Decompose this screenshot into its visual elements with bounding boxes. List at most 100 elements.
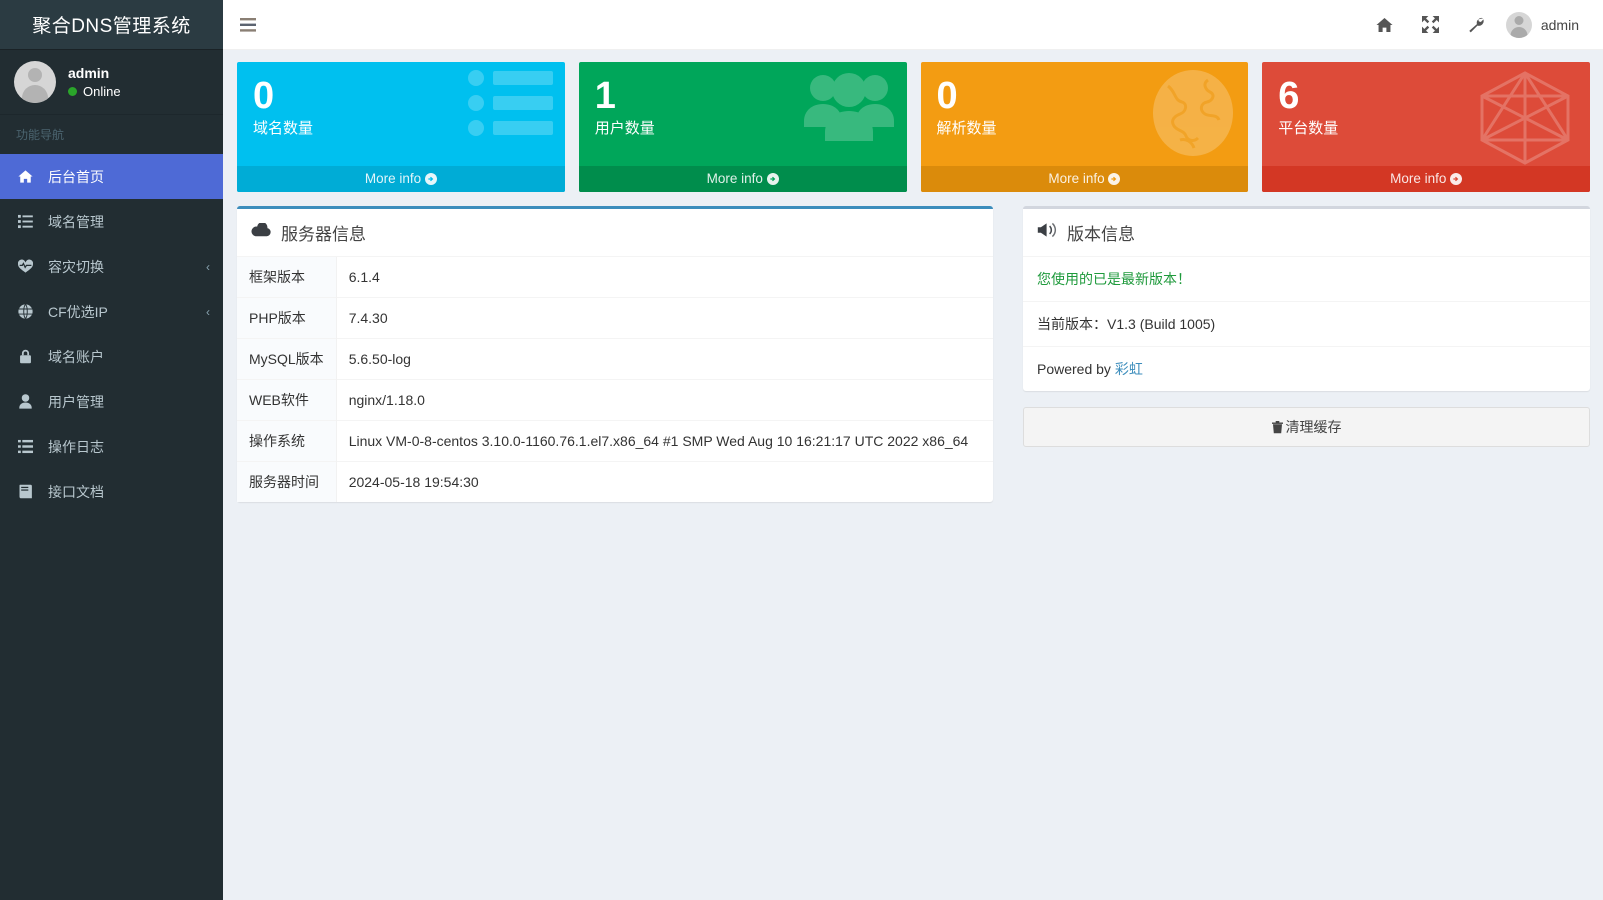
bullhorn-icon	[1037, 222, 1057, 243]
server-info-key: PHP版本	[237, 298, 336, 339]
sidebar-item-label: 容灾切换	[48, 257, 206, 277]
stat-card-more-label: More info	[1048, 171, 1104, 186]
content-wrapper: 0域名数量More info 1用户数量More info 0解析数量More …	[223, 50, 1603, 502]
sidebar-item-1[interactable]: 后台首页	[0, 154, 223, 199]
sidebar-item-5[interactable]: 域名账户	[0, 334, 223, 379]
server-info-row: 服务器时间2024-05-18 19:54:30	[237, 462, 993, 503]
topbar-actions: admin	[1362, 0, 1587, 50]
right-column: 版本信息 您使用的已是最新版本！ 当前版本：V1.3 (Build 1005) …	[1023, 206, 1590, 447]
stat-card-inner: 1用户数量	[579, 62, 907, 166]
server-info-key: 服务器时间	[237, 462, 336, 503]
sidebar-item-label: 用户管理	[48, 392, 210, 412]
stat-card-2[interactable]: 1用户数量More info	[579, 62, 907, 192]
version-info-panel: 版本信息 您使用的已是最新版本！ 当前版本：V1.3 (Build 1005) …	[1023, 206, 1590, 391]
chevron-left-icon: ‹	[206, 305, 210, 319]
sidebar-item-8[interactable]: 接口文档	[0, 469, 223, 514]
nav-section-header: 功能导航	[0, 115, 223, 154]
cloud-icon	[251, 223, 271, 242]
sidebar-item-label: 域名账户	[48, 347, 210, 367]
avatar	[1506, 12, 1532, 38]
main-area: admin 0域名数量More info 1用户数量More info 0解析数…	[223, 0, 1603, 900]
list-icon	[18, 214, 38, 230]
latest-version-text: 您使用的已是最新版本！	[1037, 271, 1191, 287]
stat-card-more-label: More info	[1390, 171, 1446, 186]
server-info-key: WEB软件	[237, 380, 336, 421]
server-info-value: nginx/1.18.0	[336, 380, 993, 421]
stat-card-inner: 6平台数量	[1262, 62, 1590, 166]
globe-icon	[18, 304, 38, 320]
stat-card-1[interactable]: 0域名数量More info	[237, 62, 565, 192]
home-icon	[18, 169, 38, 185]
sidebar-item-7[interactable]: 操作日志	[0, 424, 223, 469]
stat-card-inner: 0解析数量	[921, 62, 1249, 166]
stat-card-more-label: More info	[365, 171, 421, 186]
panels-row: 服务器信息 框架版本6.1.4PHP版本7.4.30MySQL版本5.6.50-…	[237, 206, 1590, 502]
server-info-body: 框架版本6.1.4PHP版本7.4.30MySQL版本5.6.50-logWEB…	[237, 257, 993, 502]
expand-arrows-icon[interactable]	[1408, 0, 1454, 50]
server-info-value: 5.6.50-log	[336, 339, 993, 380]
sidebar: 聚合DNS管理系统 admin Online 功能导航 后台首页域名管理容灾切换…	[0, 0, 223, 900]
brand-title[interactable]: 聚合DNS管理系统	[0, 0, 223, 50]
stat-card-more-link[interactable]: More info	[921, 166, 1249, 192]
sidebar-item-4[interactable]: CF优选IP‹	[0, 289, 223, 334]
avatar	[14, 61, 56, 103]
sidebar-item-label: CF优选IP	[48, 302, 206, 322]
clear-cache-label: 清理缓存	[1286, 419, 1342, 435]
stat-card-4[interactable]: 6平台数量 More info	[1262, 62, 1590, 192]
topbar-user-name: admin	[1541, 17, 1579, 33]
server-info-key: 框架版本	[237, 257, 336, 298]
sidebar-item-label: 域名管理	[48, 212, 210, 232]
list-ul-icon	[467, 70, 553, 141]
left-column: 服务器信息 框架版本6.1.4PHP版本7.4.30MySQL版本5.6.50-…	[237, 206, 993, 502]
wrench-icon[interactable]	[1454, 0, 1500, 50]
powered-by-row: Powered by 彩虹	[1023, 346, 1590, 391]
sidebar-item-label: 操作日志	[48, 437, 210, 457]
server-info-panel: 服务器信息 框架版本6.1.4PHP版本7.4.30MySQL版本5.6.50-…	[237, 206, 993, 502]
server-info-row: PHP版本7.4.30	[237, 298, 993, 339]
version-info-header: 版本信息	[1023, 209, 1590, 257]
server-info-row: 框架版本6.1.4	[237, 257, 993, 298]
version-info-list: 您使用的已是最新版本！ 当前版本：V1.3 (Build 1005) Power…	[1023, 257, 1590, 391]
chevron-left-icon: ‹	[206, 260, 210, 274]
sidebar-item-3[interactable]: 容灾切换‹	[0, 244, 223, 289]
sidebar-nav: 后台首页域名管理容灾切换‹CF优选IP‹域名账户用户管理操作日志接口文档	[0, 154, 223, 514]
server-info-value: 2024-05-18 19:54:30	[336, 462, 993, 503]
stat-card-more-link[interactable]: More info	[1262, 166, 1590, 192]
sidebar-item-2[interactable]: 域名管理	[0, 199, 223, 244]
sidebar-user-panel: admin Online	[0, 50, 223, 115]
stat-card-3[interactable]: 0解析数量 More info	[921, 62, 1249, 192]
server-info-row: MySQL版本5.6.50-log	[237, 339, 993, 380]
user-icon	[18, 394, 38, 410]
latest-version-notice: 您使用的已是最新版本！	[1023, 257, 1590, 301]
home-icon[interactable]	[1362, 0, 1408, 50]
server-info-value: 7.4.30	[336, 298, 993, 339]
server-info-row: WEB软件nginx/1.18.0	[237, 380, 993, 421]
server-info-value: 6.1.4	[336, 257, 993, 298]
sidebar-item-6[interactable]: 用户管理	[0, 379, 223, 424]
clear-cache-button[interactable]: 清理缓存	[1023, 407, 1590, 447]
users-icon	[803, 70, 895, 147]
powered-by-link[interactable]: 彩虹	[1115, 361, 1143, 377]
server-info-row: 操作系统Linux VM-0-8-centos 3.10.0-1160.76.1…	[237, 421, 993, 462]
stat-card-more-link[interactable]: More info	[579, 166, 907, 192]
globe-icon	[1150, 70, 1236, 161]
online-status-dot	[68, 87, 77, 96]
top-navbar: admin	[223, 0, 1603, 50]
server-info-value: Linux VM-0-8-centos 3.10.0-1160.76.1.el7…	[336, 421, 993, 462]
sidebar-user-status-label: Online	[83, 82, 121, 101]
sidebar-item-label: 后台首页	[48, 167, 210, 187]
server-info-title: 服务器信息	[281, 220, 366, 245]
version-info-body: 您使用的已是最新版本！ 当前版本：V1.3 (Build 1005) Power…	[1023, 257, 1590, 391]
stat-card-more-link[interactable]: More info	[237, 166, 565, 192]
current-version-row: 当前版本：V1.3 (Build 1005)	[1023, 301, 1590, 346]
book-icon	[18, 484, 38, 500]
lock-icon	[18, 349, 38, 365]
hamburger-icon[interactable]	[237, 14, 259, 36]
heartbeat-icon	[18, 259, 38, 275]
stat-cards-row: 0域名数量More info 1用户数量More info 0解析数量More …	[237, 62, 1590, 192]
server-info-key: 操作系统	[237, 421, 336, 462]
server-info-table: 框架版本6.1.4PHP版本7.4.30MySQL版本5.6.50-logWEB…	[237, 257, 993, 502]
trash-icon	[1272, 421, 1283, 437]
list-lines-icon	[18, 439, 38, 455]
topbar-user-menu[interactable]: admin	[1500, 0, 1587, 50]
